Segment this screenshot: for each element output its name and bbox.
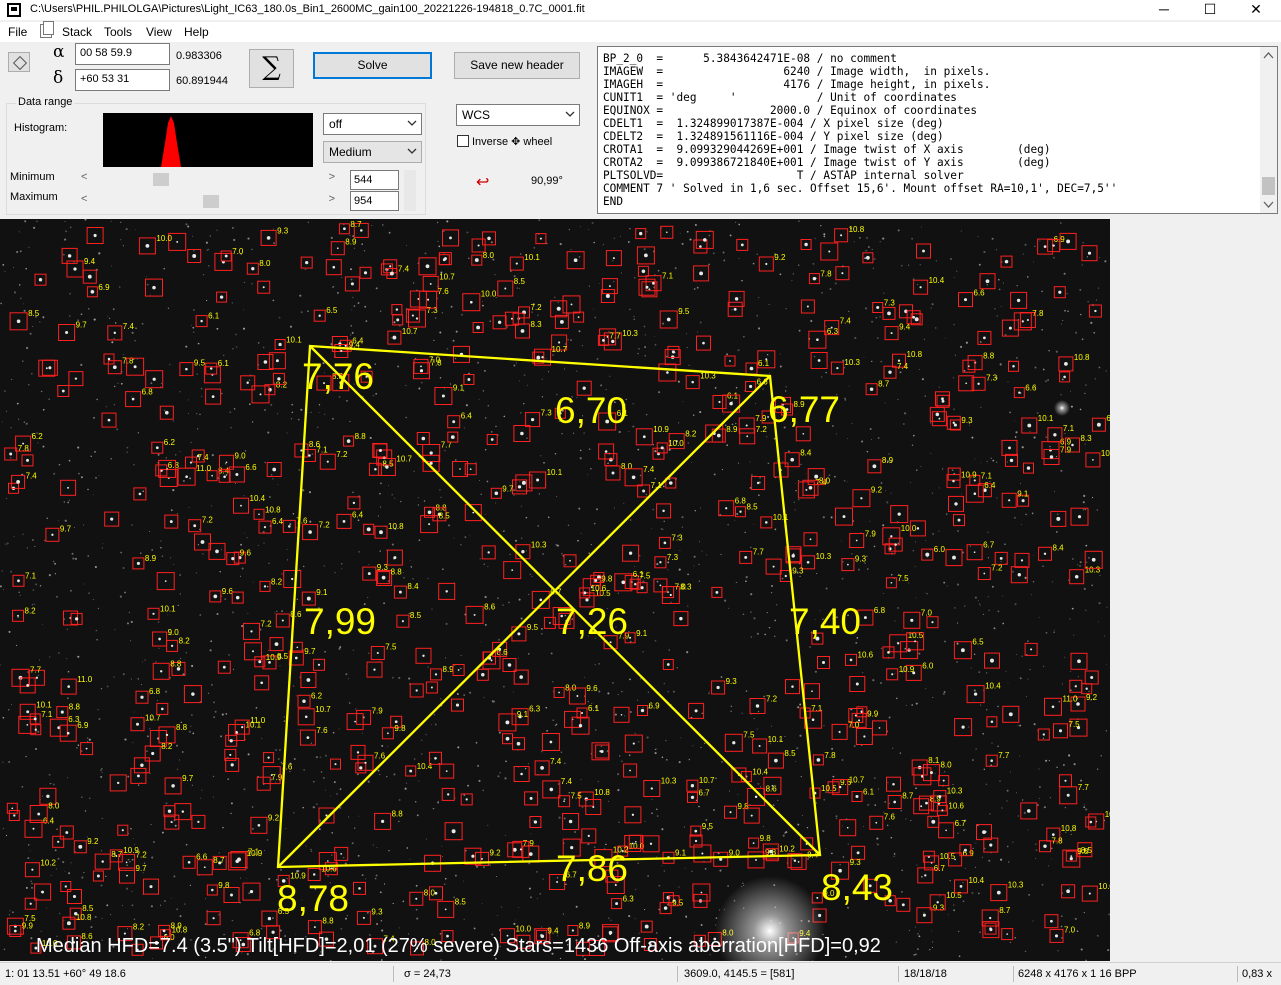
chevron-down-icon [407, 148, 417, 154]
hfd-top-center: 6,70 [555, 390, 628, 431]
menu-file[interactable]: File [8, 25, 27, 39]
maximize-button[interactable]: ☐ [1187, 0, 1233, 20]
inverse-wheel-label: Inverse ✥ wheel [472, 136, 553, 148]
title-bar: C:\Users\PHIL.PHILOLGA\Pictures\Light_IC… [0, 0, 1281, 20]
header-line: PLTSOLVD= T / ASTAP internal solver [603, 169, 964, 182]
menu-view[interactable]: View [146, 25, 172, 39]
hfd-middle-right: 7,40 [789, 601, 862, 642]
status-pixel-value: 3609.0, 4145.5 = [581] [684, 968, 795, 980]
projection-select[interactable]: WCS [456, 104, 580, 126]
status-zoom: 0,83 x [1242, 968, 1272, 980]
maximum-slider-thumb[interactable] [203, 195, 219, 208]
rotation-angle: 90,99° [531, 175, 563, 187]
minimum-label: Minimum [10, 171, 55, 183]
projection-value: WCS [462, 108, 490, 122]
solve-button[interactable]: Solve [313, 52, 432, 79]
header-line: IMAGEW = 6240 / Image width, in pixels. [603, 65, 991, 78]
app-icon [7, 3, 21, 17]
header-line: END [603, 195, 624, 208]
menu-stack[interactable]: Stack [62, 25, 92, 39]
status-cursor-coords: 1: 01 13.51 +60° 49 18.6 [5, 968, 126, 980]
scroll-left-icon[interactable]: < [81, 171, 87, 183]
menu-help[interactable]: Help [184, 25, 209, 39]
header-line: CDELT1 = 1.324899017387E-004 / X pixel s… [603, 117, 944, 130]
rotation-arrow-icon: ↩ [476, 174, 490, 191]
status-divider [393, 966, 394, 982]
header-line: EQUINOX = 2000.0 / Equinox of coordinate… [603, 104, 978, 117]
status-divider [1013, 966, 1014, 982]
image-margin [1110, 219, 1281, 961]
memo-scrollbar[interactable] [1260, 47, 1277, 213]
ra-input[interactable]: 00 58 59.9 [75, 43, 170, 65]
minimum-spin[interactable]: 544 [350, 170, 399, 190]
fits-header-memo[interactable]: BP_2_0 = 5.3843642471E-08 / no comment IM… [597, 46, 1278, 214]
minimum-slider-thumb[interactable] [152, 173, 169, 186]
hfd-bottom-left: 8,78 [277, 878, 350, 919]
header-line: IMAGEH = 4176 / Image height, in pixels. [603, 78, 991, 91]
hfd-middle-left: 7,99 [304, 601, 377, 642]
ra-decimal: 0.983306 [176, 50, 222, 62]
alpha-label: α [53, 42, 65, 62]
saturation-value: Medium [329, 145, 372, 159]
header-line: COMMENT 7 ' Solved in 1,6 sec. Offset 15… [603, 182, 1118, 195]
menu-bar: File Stack Tools View Help [0, 22, 1281, 42]
stretch-select[interactable]: off [323, 113, 422, 135]
delta-label: δ [53, 68, 64, 88]
app-window: C:\Users\PHIL.PHILOLGA\Pictures\Light_IC… [0, 0, 1281, 985]
status-divider [898, 966, 899, 982]
status-sigma: σ = 24,73 [404, 968, 451, 980]
maximum-spin[interactable]: 954 [350, 191, 399, 211]
header-line: CROTA1 = 9.099329044269E+001 / Image twi… [603, 143, 1051, 156]
minimize-button[interactable]: ─ [1141, 0, 1187, 20]
scroll-left-icon[interactable]: < [81, 193, 87, 205]
fits-header-text: BP_2_0 = 5.3843642471E-08 / no comment IM… [603, 52, 1117, 208]
range-spin-buttons[interactable] [404, 170, 416, 211]
hfd-top-left: 7,76 [302, 356, 375, 397]
sum-button[interactable]: ∑ [249, 49, 294, 88]
maximum-slider[interactable]: < > [80, 192, 338, 210]
save-header-button[interactable]: Save new header [454, 52, 580, 79]
minimum-slider[interactable]: < > [80, 170, 338, 188]
hfd-summary: Median HFD=7.4 (3.5") Tilt[HFD]=2,01 (27… [36, 935, 881, 957]
status-dimensions: 6248 x 4176 x 1 16 BPP [1018, 968, 1137, 980]
hfd-bottom-center: 7,86 [556, 848, 629, 889]
hfd-center: 7,26 [556, 601, 629, 642]
status-divider [677, 966, 678, 982]
chevron-down-icon [407, 120, 417, 126]
stack-icon [40, 21, 54, 38]
hfd-top-right: 6,77 [768, 389, 841, 430]
dec-input[interactable]: +60 53 31 [75, 69, 170, 91]
flip-button[interactable] [8, 52, 30, 72]
data-range-title: Data range [16, 96, 75, 108]
inverse-wheel-checkbox[interactable] [457, 135, 469, 147]
header-line: BP_2_0 = 5.3843642471E-08 / no comment [603, 52, 897, 65]
histogram-label: Histogram: [14, 122, 68, 134]
hfd-bottom-right: 8,43 [821, 867, 894, 908]
status-ratio: 18/18/18 [904, 968, 947, 980]
chevron-down-icon [565, 111, 575, 117]
status-bar: 1: 01 13.51 +60° 49 18.6 σ = 24,73 3609.… [0, 962, 1281, 985]
window-title: C:\Users\PHIL.PHILOLGA\Pictures\Light_IC… [30, 3, 585, 15]
histogram [103, 113, 313, 167]
menu-tools[interactable]: Tools [104, 25, 132, 39]
header-line: CROTA2 = 9.099386721840E+001 / Image twi… [603, 156, 1051, 169]
saturation-select[interactable]: Medium [323, 141, 422, 163]
dec-decimal: 60.891944 [176, 75, 228, 87]
maximum-label: Maximum [10, 191, 58, 203]
header-line: CDELT2 = 1.324891561116E-004 / Y pixel s… [603, 130, 944, 143]
status-divider [1237, 966, 1238, 982]
scroll-right-icon[interactable]: > [329, 171, 335, 183]
scroll-right-icon[interactable]: > [329, 193, 335, 205]
stretch-value: off [329, 117, 343, 131]
bright-star-glow [715, 400, 1070, 961]
close-button[interactable]: ✕ [1233, 0, 1279, 20]
image-viewer[interactable]: 6.1 9.6 8.8 10.0 6.4 7.5 10.1 6.8 7.7 8.9 10.5 8.7 9… [0, 219, 1110, 961]
header-line: CUNIT1 = 'deg ' / Unit of coordinates [603, 91, 957, 104]
